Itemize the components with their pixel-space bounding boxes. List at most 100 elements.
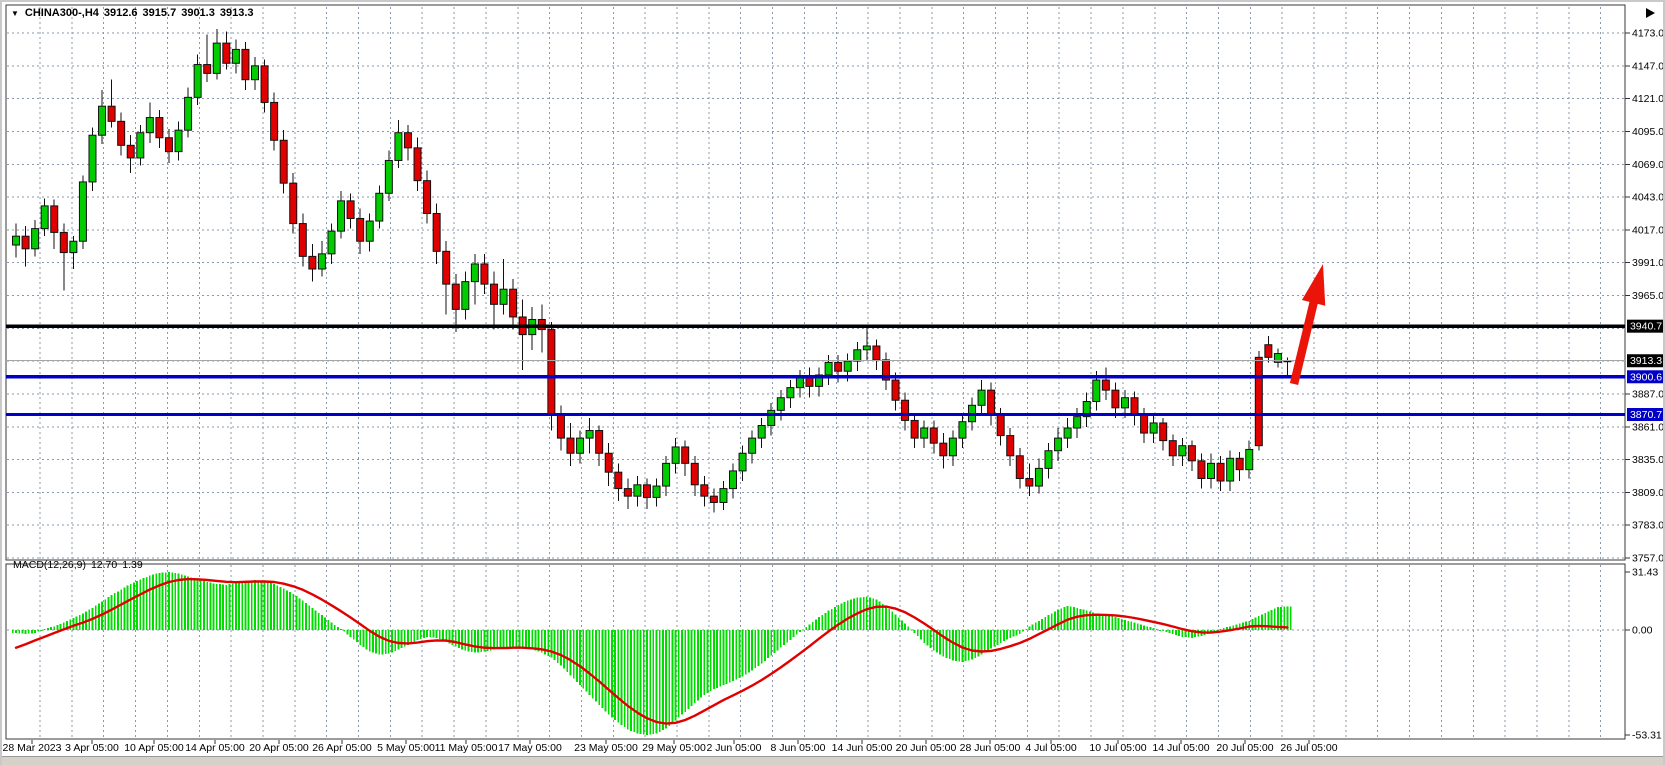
macd-bar <box>241 582 243 630</box>
candle-bear <box>424 181 431 214</box>
macd-bar <box>270 583 272 630</box>
macd-bar <box>146 577 148 630</box>
macd-bar <box>1255 618 1257 630</box>
macd-bar <box>362 630 364 647</box>
macd-bar <box>818 617 820 630</box>
chart-plot-area[interactable]: 4173.04147.04121.04095.04069.04043.04017… <box>2 2 1665 765</box>
macd-bar <box>286 590 288 630</box>
price-tick-label: 4095.0 <box>1632 126 1664 138</box>
macd-bar <box>751 630 753 670</box>
macd-bar <box>662 630 664 730</box>
macd-bar <box>1172 630 1174 634</box>
time-tick-label: 20 Jun 05:00 <box>896 742 957 754</box>
candle-bull <box>1045 451 1052 469</box>
candle-bear <box>1198 461 1205 479</box>
candle-bull <box>577 438 584 453</box>
macd-bar <box>283 588 285 630</box>
macd-bar <box>659 630 661 732</box>
time-tick-label: 20 Apr 05:00 <box>249 742 309 754</box>
candle-bull <box>787 388 794 398</box>
macd-bar <box>1121 619 1123 630</box>
time-axis[interactable]: 28 Mar 20233 Apr 05:0010 Apr 05:0014 Apr… <box>3 740 1338 754</box>
candle-bear <box>271 102 278 140</box>
macd-bar <box>783 630 785 645</box>
macd-bar <box>984 630 986 653</box>
macd-bar <box>1025 629 1027 630</box>
macd-bar <box>1044 617 1046 630</box>
candle-bear <box>51 206 58 233</box>
candle-bull <box>720 489 727 503</box>
macd-bar <box>573 630 575 679</box>
candle-bull <box>175 130 182 151</box>
macd-bar <box>672 630 674 723</box>
macd-bar <box>53 626 55 630</box>
macd-bar <box>847 600 849 630</box>
candle-bear <box>940 443 947 456</box>
macd-bar <box>280 587 282 630</box>
macd-bar <box>528 630 530 649</box>
scroll-to-end-button[interactable] <box>1646 8 1655 18</box>
macd-bar <box>592 630 594 698</box>
macd-bar <box>276 585 278 630</box>
macd-bar <box>901 620 903 630</box>
macd-bar <box>522 630 524 648</box>
time-tick-label: 10 Jul 05:00 <box>1089 742 1146 754</box>
macd-bar <box>219 584 221 630</box>
macd-bar <box>793 630 795 637</box>
macd-bar <box>1016 630 1018 635</box>
macd-bar <box>1137 624 1139 630</box>
macd-bar <box>780 630 782 648</box>
symbol-dropdown-icon[interactable]: ▼ <box>11 9 19 18</box>
candle-bear <box>1112 390 1119 408</box>
macd-bar <box>216 584 218 630</box>
macd-bar <box>41 630 43 631</box>
candle-bull <box>41 206 48 229</box>
macd-bar <box>719 630 721 686</box>
macd-bar <box>684 630 686 712</box>
macd-bar <box>840 604 842 630</box>
macd-bar <box>716 630 718 688</box>
macd-bar <box>76 616 78 630</box>
macd-bar <box>480 630 482 652</box>
time-tick-label: 5 May 05:00 <box>377 742 435 754</box>
macd-bar <box>519 630 521 647</box>
candle-bull <box>672 447 679 463</box>
macd-bar <box>633 630 635 732</box>
price-level-box-label: 3913.3 <box>1630 355 1662 367</box>
macd-bar <box>700 630 702 698</box>
macd-bar <box>420 630 422 639</box>
price-tick-label: 3757.0 <box>1632 553 1664 565</box>
macd-bar <box>640 630 642 734</box>
macd-bar <box>1223 628 1225 630</box>
candle-bear <box>1236 458 1243 469</box>
macd-bar <box>990 630 992 649</box>
macd-bar <box>1220 629 1222 630</box>
candle-bull <box>137 133 144 158</box>
macd-bar <box>37 630 39 632</box>
macd-bar <box>601 630 603 708</box>
macd-bar <box>458 630 460 648</box>
macd-bar <box>111 595 113 630</box>
candle-bull <box>70 241 77 252</box>
macd-bar <box>742 630 744 676</box>
macd-bar <box>308 605 310 630</box>
macd-bar <box>225 585 227 630</box>
macd-bar <box>656 630 658 733</box>
macd-bar <box>127 586 129 630</box>
macd-bar <box>401 630 403 648</box>
macd-bar <box>595 630 597 702</box>
price-tick-label: 3809.0 <box>1632 487 1664 499</box>
macd-bar <box>570 630 572 675</box>
candle-bull <box>89 135 96 182</box>
macd-bar <box>971 630 973 660</box>
macd-bar <box>213 583 215 630</box>
candle-bear <box>1265 345 1272 358</box>
macd-bar <box>550 630 552 658</box>
time-tick-label: 28 Mar 2023 <box>3 742 62 754</box>
macd-bar <box>758 630 760 666</box>
macd-bar <box>1111 616 1113 630</box>
macd-bar <box>1108 616 1110 630</box>
candle-bear <box>1102 380 1109 390</box>
macd-bar <box>825 613 827 630</box>
macd-bar <box>723 630 725 685</box>
